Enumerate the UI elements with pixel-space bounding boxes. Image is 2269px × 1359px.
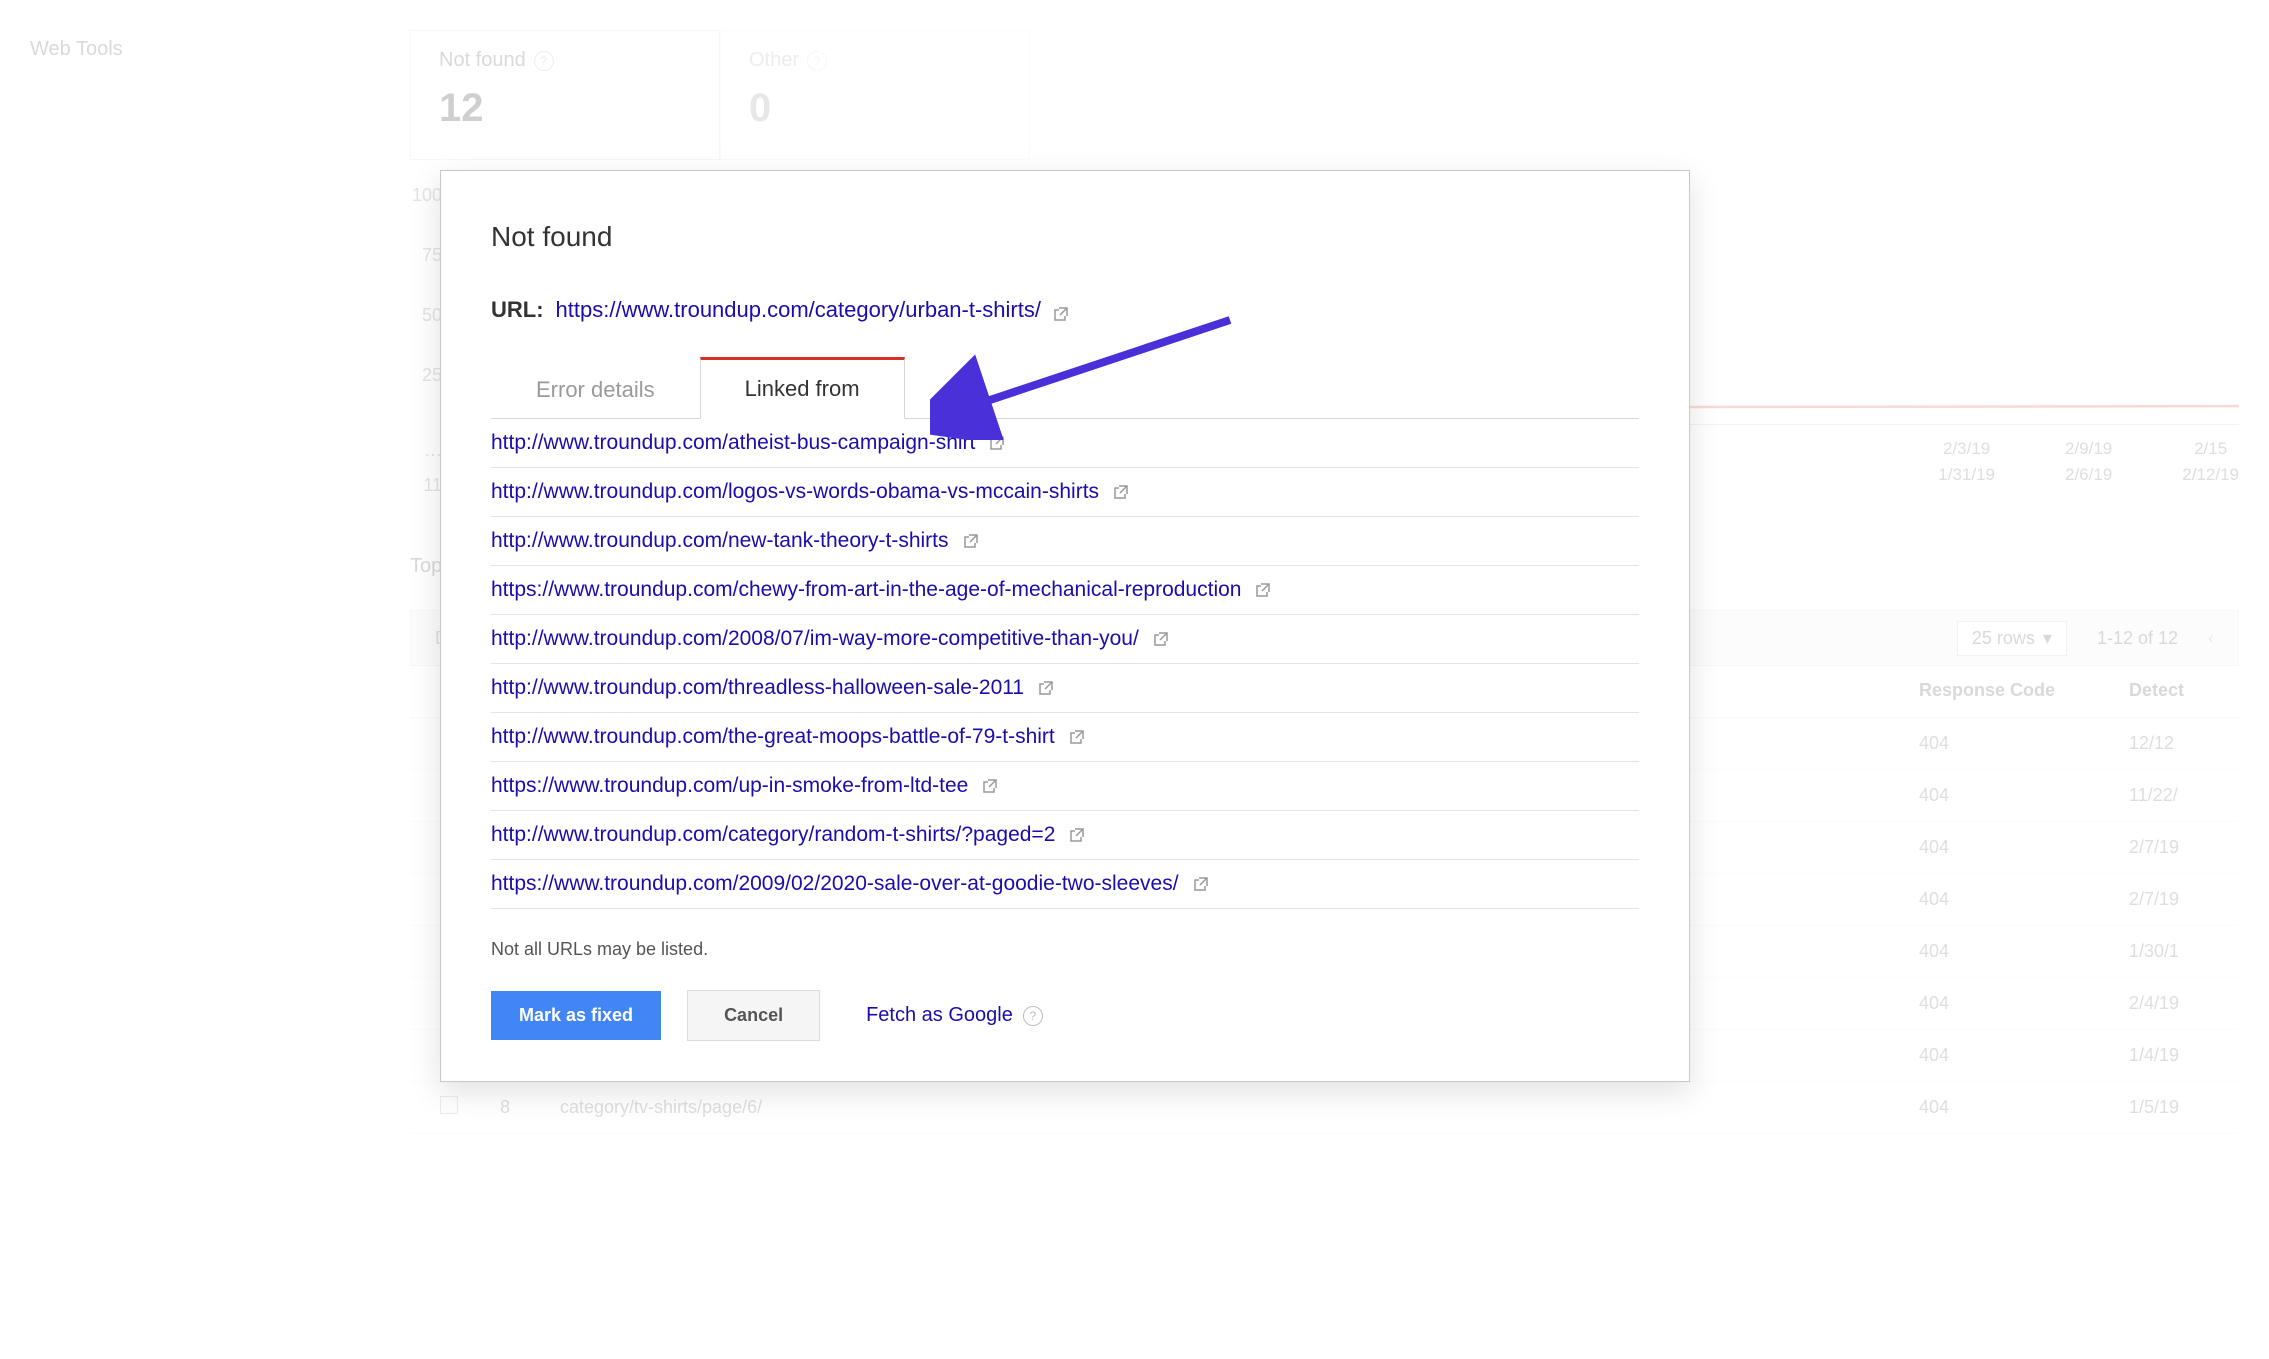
external-link-icon[interactable]	[982, 778, 998, 794]
linked-from-url[interactable]: http://www.troundup.com/2008/07/im-way-m…	[491, 627, 1139, 651]
tab-error-details[interactable]: Error details	[491, 360, 700, 419]
fetch-as-google-link[interactable]: Fetch as Google ?	[866, 1004, 1043, 1027]
external-link-icon[interactable]	[963, 533, 979, 549]
linked-from-url[interactable]: http://www.troundup.com/threadless-hallo…	[491, 676, 1024, 700]
url-error-modal: Not found URL: https://www.troundup.com/…	[440, 170, 1690, 1082]
linked-from-url[interactable]: https://www.troundup.com/up-in-smoke-fro…	[491, 774, 968, 798]
linked-from-row: http://www.troundup.com/the-great-moops-…	[491, 713, 1639, 762]
modal-title: Not found	[491, 221, 1639, 253]
linked-from-url[interactable]: http://www.troundup.com/new-tank-theory-…	[491, 529, 949, 553]
linked-from-row: http://www.troundup.com/threadless-hallo…	[491, 664, 1639, 713]
external-link-icon[interactable]	[1053, 302, 1069, 318]
modal-actions: Mark as fixed Cancel Fetch as Google ?	[491, 990, 1639, 1041]
external-link-icon[interactable]	[1069, 827, 1085, 843]
modal-tabs: Error details Linked from	[491, 357, 1639, 419]
linked-from-row: https://www.troundup.com/2009/02/2020-sa…	[491, 860, 1639, 909]
external-link-icon[interactable]	[1113, 484, 1129, 500]
linked-from-row: https://www.troundup.com/chewy-from-art-…	[491, 566, 1639, 615]
linked-from-row: http://www.troundup.com/2008/07/im-way-m…	[491, 615, 1639, 664]
external-link-icon[interactable]	[1255, 582, 1271, 598]
error-url-link[interactable]: https://www.troundup.com/category/urban-…	[556, 297, 1041, 323]
linked-from-url[interactable]: http://www.troundup.com/logos-vs-words-o…	[491, 480, 1099, 504]
url-label: URL:	[491, 297, 544, 323]
linked-from-url[interactable]: http://www.troundup.com/the-great-moops-…	[491, 725, 1055, 749]
linked-from-url[interactable]: https://www.troundup.com/2009/02/2020-sa…	[491, 872, 1179, 896]
linked-from-list: http://www.troundup.com/atheist-bus-camp…	[491, 419, 1639, 909]
linked-from-row: https://www.troundup.com/up-in-smoke-fro…	[491, 762, 1639, 811]
linked-from-url[interactable]: http://www.troundup.com/category/random-…	[491, 823, 1055, 847]
fetch-label: Fetch as Google	[866, 1004, 1013, 1027]
external-link-icon[interactable]	[1069, 729, 1085, 745]
mark-as-fixed-button[interactable]: Mark as fixed	[491, 991, 661, 1040]
linked-from-row: http://www.troundup.com/category/random-…	[491, 811, 1639, 860]
linked-from-row: http://www.troundup.com/logos-vs-words-o…	[491, 468, 1639, 517]
external-link-icon[interactable]	[1038, 680, 1054, 696]
linked-from-url[interactable]: http://www.troundup.com/atheist-bus-camp…	[491, 431, 975, 455]
linked-from-url[interactable]: https://www.troundup.com/chewy-from-art-…	[491, 578, 1241, 602]
linked-from-row: http://www.troundup.com/atheist-bus-camp…	[491, 419, 1639, 468]
external-link-icon[interactable]	[1153, 631, 1169, 647]
tab-linked-from[interactable]: Linked from	[700, 357, 905, 419]
incomplete-list-note: Not all URLs may be listed.	[491, 939, 1639, 960]
cancel-button[interactable]: Cancel	[687, 990, 820, 1041]
external-link-icon[interactable]	[989, 435, 1005, 451]
external-link-icon[interactable]	[1193, 876, 1209, 892]
linked-from-row: http://www.troundup.com/new-tank-theory-…	[491, 517, 1639, 566]
help-icon[interactable]: ?	[1023, 1006, 1043, 1026]
